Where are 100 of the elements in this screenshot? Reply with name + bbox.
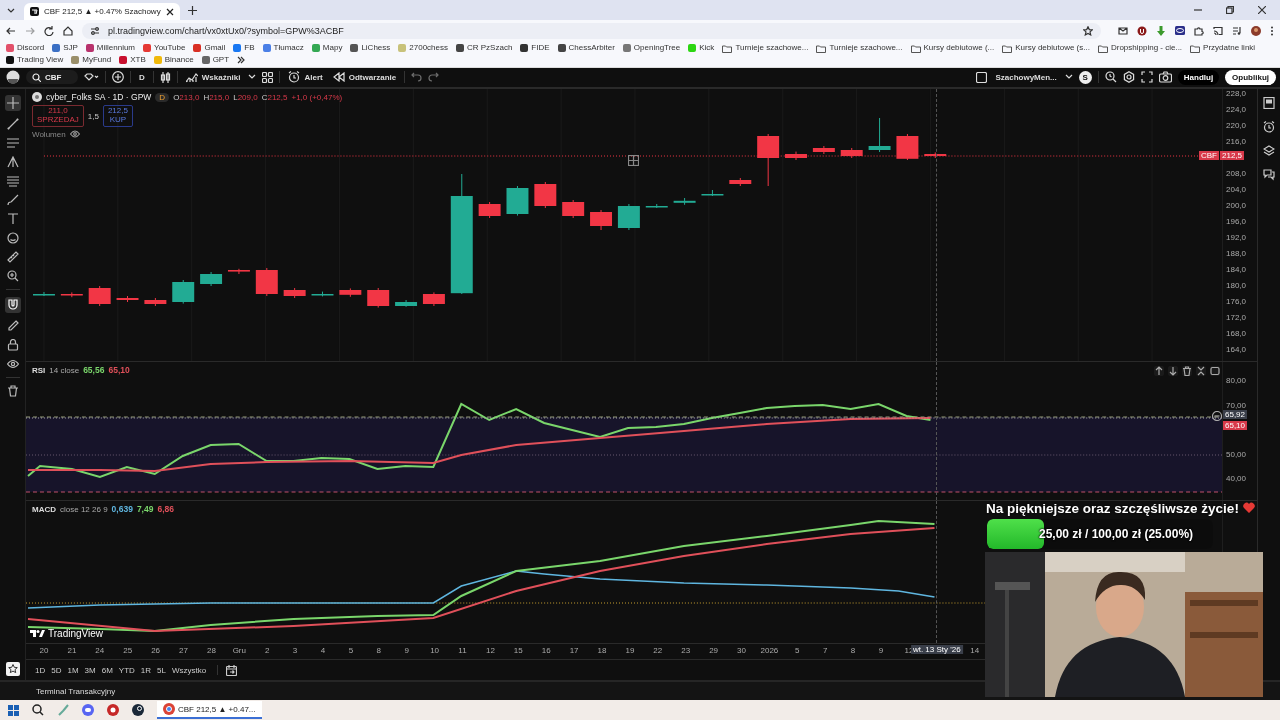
add-symbol-icon[interactable] bbox=[112, 71, 124, 84]
minimize-icon[interactable] bbox=[1194, 6, 1202, 14]
range-button[interactable]: 5L bbox=[154, 665, 169, 675]
range-button[interactable]: 5D bbox=[48, 665, 65, 675]
bookmark-item[interactable]: LiChess bbox=[350, 43, 391, 54]
user-avatar[interactable]: S bbox=[1078, 70, 1092, 84]
alert-button[interactable]: Alert bbox=[286, 71, 325, 84]
bookmark-star-icon[interactable] bbox=[1083, 25, 1093, 36]
chat-bubble-icon[interactable] bbox=[82, 704, 94, 717]
publish-button[interactable]: Opublikuj bbox=[1225, 69, 1276, 85]
bookmark-item[interactable]: Kursy debiutowe (... bbox=[910, 43, 995, 54]
bookmark-item[interactable]: GPT bbox=[201, 55, 230, 66]
range-button[interactable]: 1D bbox=[32, 665, 49, 675]
templates-grid-icon[interactable] bbox=[262, 71, 274, 83]
alarm-clock-icon[interactable] bbox=[1263, 121, 1275, 134]
maximize-icon[interactable] bbox=[1210, 366, 1220, 377]
buy-button[interactable]: 212,5 KUP bbox=[102, 105, 133, 127]
eye-icon[interactable] bbox=[6, 358, 19, 371]
puzzle-icon[interactable] bbox=[1194, 25, 1204, 36]
media-queue-icon[interactable] bbox=[1232, 25, 1242, 36]
profile-icon[interactable] bbox=[6, 70, 20, 85]
candles-icon[interactable] bbox=[159, 71, 171, 83]
range-button[interactable]: 3M bbox=[81, 665, 99, 675]
new-tab-icon[interactable] bbox=[187, 5, 197, 15]
symbol-search-field[interactable]: CBF bbox=[26, 70, 78, 85]
range-button[interactable]: Wszystko bbox=[169, 665, 210, 675]
lock-icon[interactable] bbox=[6, 339, 19, 352]
object-tree-icon[interactable] bbox=[628, 155, 639, 167]
reload-icon[interactable] bbox=[44, 25, 54, 36]
indicator-name[interactable]: MACD bbox=[32, 504, 56, 514]
move-down-icon[interactable] bbox=[1168, 366, 1178, 377]
layout-name-button[interactable]: SzachowyMen... bbox=[993, 72, 1059, 82]
pencil-lock-icon[interactable] bbox=[6, 320, 19, 333]
text-icon[interactable] bbox=[6, 213, 19, 226]
layers-icon[interactable] bbox=[1263, 145, 1275, 158]
search-icon[interactable] bbox=[32, 704, 44, 717]
bookmark-item[interactable]: YouTube bbox=[143, 43, 186, 54]
redo-icon[interactable] bbox=[428, 72, 440, 83]
volume-label[interactable]: Wolumen bbox=[32, 129, 66, 139]
bookmark-item[interactable]: 2700chess bbox=[398, 43, 448, 54]
range-button[interactable]: 6M bbox=[98, 665, 116, 675]
restore-icon[interactable] bbox=[1226, 6, 1234, 14]
terminal-tab[interactable]: Terminal Transakcyjny bbox=[30, 685, 122, 697]
bookmark-item[interactable]: Binance bbox=[153, 55, 194, 66]
site-settings-icon[interactable] bbox=[90, 25, 100, 36]
range-button[interactable]: YTD bbox=[115, 665, 138, 675]
address-field[interactable]: pl.tradingview.com/chart/vx0xtUx0/?symbol=GPW%3ACBF bbox=[82, 22, 1101, 39]
home-icon[interactable] bbox=[63, 25, 73, 36]
brush-icon[interactable] bbox=[6, 194, 19, 207]
trash-icon[interactable] bbox=[6, 385, 19, 398]
indicator-name[interactable]: RSI bbox=[32, 365, 46, 375]
compare-diamond-icon[interactable] bbox=[84, 73, 99, 82]
close-icon[interactable] bbox=[1258, 6, 1266, 14]
bookmark-item[interactable]: FB bbox=[233, 43, 255, 54]
mail-icon[interactable] bbox=[1118, 25, 1128, 36]
bookmark-item[interactable]: Turnieje szachowe... bbox=[722, 43, 809, 54]
tradingview-logo[interactable]: TradingView bbox=[30, 628, 104, 640]
crosshair-icon[interactable] bbox=[4, 95, 21, 112]
trade-button[interactable]: Handluj bbox=[1177, 69, 1220, 85]
move-up-icon[interactable] bbox=[1154, 366, 1164, 377]
cast-icon[interactable] bbox=[1213, 25, 1223, 36]
menu-icon[interactable] bbox=[1270, 25, 1274, 36]
bookmark-item[interactable]: Kick bbox=[688, 43, 715, 54]
bookmark-item[interactable]: Trading View bbox=[6, 55, 64, 66]
fork-icon[interactable] bbox=[6, 156, 19, 169]
watchlist-star-icon[interactable] bbox=[5, 662, 20, 677]
caret-icon[interactable] bbox=[1064, 74, 1073, 81]
bookmark-item[interactable]: OpeningTree bbox=[622, 43, 681, 54]
horizontal-lines-icon[interactable] bbox=[6, 137, 19, 150]
bookmark-item[interactable]: ChessArbiter bbox=[557, 43, 615, 54]
ruler-icon[interactable] bbox=[6, 251, 19, 264]
bookmark-item[interactable]: SJP bbox=[52, 43, 78, 54]
sell-button[interactable]: 211,0 SPRZEDAJ bbox=[32, 105, 84, 127]
fullscreen-icon[interactable] bbox=[1140, 71, 1153, 84]
bookmark-item[interactable]: CR PzSzach bbox=[456, 43, 513, 54]
camera-icon[interactable] bbox=[1158, 71, 1172, 84]
watchlist-icon[interactable] bbox=[1263, 97, 1275, 110]
app-circle-icon[interactable] bbox=[107, 704, 119, 717]
back-icon[interactable] bbox=[6, 25, 16, 36]
collapse-icon[interactable] bbox=[1196, 366, 1206, 377]
bookmark-item[interactable]: Tłumacz bbox=[262, 43, 304, 54]
bookmark-item[interactable]: Turnieje szachowe... bbox=[816, 43, 903, 54]
taskbar-window-button[interactable]: CBF 212,5 ▲ +0.47... bbox=[157, 701, 262, 720]
steam-icon[interactable] bbox=[132, 704, 144, 717]
zoom-in-icon[interactable] bbox=[6, 270, 19, 283]
indicators-button[interactable]: Wskaźniki bbox=[183, 71, 243, 84]
pattern-lines-icon[interactable] bbox=[6, 175, 19, 188]
magnet-icon[interactable] bbox=[4, 297, 21, 314]
browser-tab[interactable]: CBF 212,5 ▲ +0.47% Szachowy bbox=[24, 3, 180, 20]
bookmark-item[interactable]: Discord bbox=[6, 43, 45, 54]
eye-icon[interactable] bbox=[69, 130, 80, 139]
bookmark-item[interactable]: Gmail bbox=[193, 43, 226, 54]
close-icon[interactable] bbox=[165, 7, 174, 16]
symbol-title[interactable]: cyber_Folks SA · 1D · GPW bbox=[46, 92, 152, 103]
shield-icon[interactable] bbox=[1137, 25, 1147, 36]
goto-date-icon[interactable] bbox=[226, 664, 238, 676]
chat-icon[interactable] bbox=[1263, 169, 1275, 182]
bookmark-item[interactable]: Przydatne linki bbox=[1190, 43, 1256, 54]
caret-icon[interactable] bbox=[248, 74, 257, 81]
bookmark-item[interactable]: FIDE bbox=[520, 43, 550, 54]
